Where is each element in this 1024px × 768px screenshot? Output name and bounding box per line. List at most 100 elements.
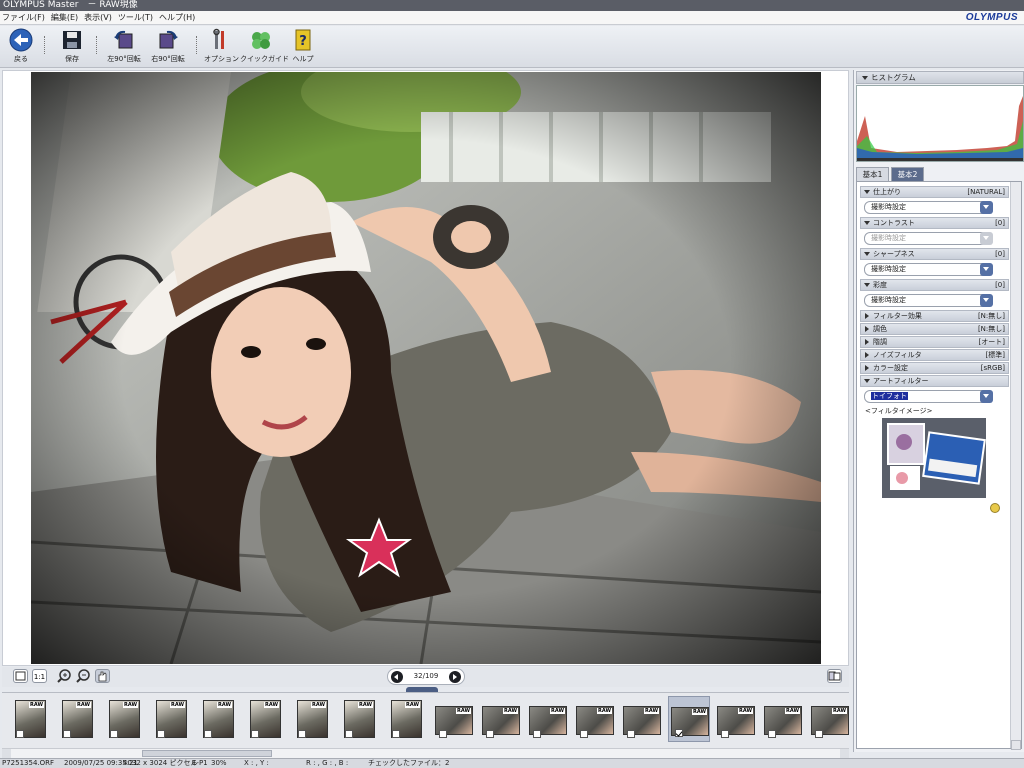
art-filter-select[interactable]: トイフォト bbox=[864, 390, 993, 403]
thumbnail[interactable]: RAW bbox=[339, 696, 381, 742]
saturation-row[interactable]: 彩度 [0] bbox=[860, 279, 1009, 291]
one-to-one-icon: 1:1 bbox=[34, 673, 45, 681]
thumbnail-checkbox[interactable] bbox=[627, 730, 635, 738]
raw-badge: RAW bbox=[263, 702, 279, 708]
thumbnail[interactable]: RAW bbox=[762, 696, 804, 742]
rotate-right-button[interactable]: 右90°回転 bbox=[148, 28, 188, 64]
thumbnail-checkbox[interactable] bbox=[63, 730, 71, 738]
rotate-right-icon bbox=[159, 30, 178, 49]
image-canvas[interactable] bbox=[2, 70, 849, 666]
clover-guide-icon bbox=[252, 32, 270, 49]
thumbnail-checkbox[interactable] bbox=[392, 730, 400, 738]
gradation-row[interactable]: 階調 [オート] bbox=[860, 336, 1009, 348]
toolbar: 戻る 保存 左90°回転 右90°回転 オプション クイックガイド ? ヘルプ bbox=[0, 26, 1024, 68]
histogram-header[interactable]: ヒストグラム bbox=[856, 71, 1024, 84]
thumbnail-checkbox[interactable] bbox=[533, 730, 541, 738]
sharpness-row[interactable]: シャープネス [0] bbox=[860, 248, 1009, 260]
menu-file[interactable]: ファイル(F) bbox=[2, 12, 45, 23]
finish-row[interactable]: 仕上がり [NATURAL] bbox=[860, 186, 1009, 198]
thumbnail[interactable]: RAW bbox=[433, 696, 475, 742]
zoom-out-button[interactable] bbox=[76, 669, 91, 683]
back-button[interactable]: 戻る bbox=[6, 28, 36, 64]
thumbnail[interactable]: RAW bbox=[57, 696, 99, 742]
thumbnail-checkbox[interactable] bbox=[486, 730, 494, 738]
histogram bbox=[856, 85, 1024, 162]
zoom-in-button[interactable] bbox=[57, 669, 72, 683]
actual-size-button[interactable]: 1:1 bbox=[32, 669, 47, 683]
collapse-icon bbox=[864, 252, 870, 256]
thumbnail[interactable]: RAW bbox=[245, 696, 287, 742]
options-button[interactable]: オプション bbox=[204, 28, 239, 64]
filter-row[interactable]: フィルター効果 [N:無し] bbox=[860, 310, 1009, 322]
expand-icon bbox=[865, 326, 869, 332]
thumbnail-checkbox[interactable] bbox=[204, 730, 212, 738]
thumbnail-checkbox[interactable] bbox=[345, 730, 353, 738]
raw-badge: RAW bbox=[737, 708, 753, 714]
scroll-right-arrow[interactable] bbox=[840, 749, 849, 758]
status-checked-count: チェックしたファイル：2 bbox=[368, 759, 450, 767]
settings-scrollbar[interactable] bbox=[1010, 182, 1021, 748]
color-row[interactable]: カラー設定 [sRGB] bbox=[860, 362, 1009, 374]
fit-view-button[interactable] bbox=[13, 669, 28, 683]
finish-select[interactable]: 撮影時設定 bbox=[864, 201, 993, 214]
thumbnail-checkbox[interactable] bbox=[251, 730, 259, 738]
hand-icon bbox=[98, 671, 107, 682]
thumbnail[interactable]: RAW bbox=[104, 696, 146, 742]
thumbnail-checkbox[interactable] bbox=[157, 730, 165, 738]
thumbnail-checkbox[interactable] bbox=[721, 730, 729, 738]
dropdown-arrow-icon bbox=[980, 232, 993, 245]
menu-edit[interactable]: 編集(E) bbox=[51, 12, 78, 23]
menu-view[interactable]: 表示(V) bbox=[84, 12, 112, 23]
help-book-icon: ? bbox=[295, 29, 311, 51]
thumbnail-checkbox[interactable] bbox=[439, 730, 447, 738]
compare-view-button[interactable] bbox=[827, 669, 842, 683]
thumbnail[interactable]: RAW bbox=[668, 696, 710, 742]
contrast-select[interactable]: 撮影時設定 bbox=[864, 232, 993, 245]
expand-icon bbox=[865, 352, 869, 358]
thumbnail-checkbox[interactable] bbox=[16, 730, 24, 738]
rotate-left-icon bbox=[114, 30, 133, 49]
save-button[interactable]: 保存 bbox=[57, 28, 87, 64]
thumbnail[interactable]: RAW bbox=[10, 696, 52, 742]
thumbnail-checkbox[interactable] bbox=[580, 730, 588, 738]
thumbnail[interactable]: RAW bbox=[715, 696, 757, 742]
lightbulb-icon[interactable] bbox=[990, 503, 1000, 513]
settings-list: 仕上がり [NATURAL] 撮影時設定 コントラスト [0] 撮影時設定 シャープ… bbox=[856, 181, 1022, 749]
saturation-select[interactable]: 撮影時設定 bbox=[864, 294, 993, 307]
filmstrip-scrollbar[interactable] bbox=[2, 748, 849, 758]
raw-badge: RAW bbox=[310, 702, 326, 708]
thumbnail[interactable]: RAW bbox=[809, 696, 849, 742]
hand-tool-button[interactable] bbox=[95, 669, 110, 683]
tone-row[interactable]: 調色 [N:無し] bbox=[860, 323, 1009, 335]
thumbnail[interactable]: RAW bbox=[621, 696, 663, 742]
thumbnail-checkbox[interactable] bbox=[110, 730, 118, 738]
thumbnail[interactable]: RAW bbox=[480, 696, 522, 742]
tab-basic2[interactable]: 基本2 bbox=[891, 167, 924, 181]
art-filter-row[interactable]: アートフィルター bbox=[860, 375, 1009, 387]
contrast-row[interactable]: コントラスト [0] bbox=[860, 217, 1009, 229]
thumbnail[interactable]: RAW bbox=[527, 696, 569, 742]
thumbnail-checkbox[interactable] bbox=[768, 730, 776, 738]
thumbnail-checkbox[interactable] bbox=[815, 730, 823, 738]
menu-tools[interactable]: ツール(T) bbox=[118, 12, 153, 23]
thumbnail[interactable]: RAW bbox=[574, 696, 616, 742]
menu-help[interactable]: ヘルプ(H) bbox=[159, 12, 195, 23]
toolbar-separator bbox=[196, 36, 198, 54]
scroll-left-arrow[interactable] bbox=[2, 749, 11, 758]
thumbnail-checkbox[interactable] bbox=[298, 730, 306, 738]
sharpness-select[interactable]: 撮影時設定 bbox=[864, 263, 993, 276]
help-button[interactable]: ? ヘルプ bbox=[288, 28, 318, 64]
thumbnail[interactable]: RAW bbox=[198, 696, 240, 742]
thumbnail[interactable]: RAW bbox=[151, 696, 193, 742]
prev-image-button[interactable] bbox=[391, 671, 403, 683]
thumbnail[interactable]: RAW bbox=[292, 696, 334, 742]
quick-guide-button[interactable]: クイックガイド bbox=[240, 28, 289, 64]
thumbnail-checkbox[interactable] bbox=[675, 729, 683, 737]
thumbnail[interactable]: RAW bbox=[386, 696, 428, 742]
rotate-left-button[interactable]: 左90°回転 bbox=[104, 28, 144, 64]
next-image-button[interactable] bbox=[449, 671, 461, 683]
scrollbar-thumb[interactable] bbox=[142, 750, 272, 757]
tab-basic1[interactable]: 基本1 bbox=[856, 167, 889, 181]
panel-scroll-down[interactable] bbox=[1011, 740, 1021, 750]
noise-row[interactable]: ノイズフィルタ [標準] bbox=[860, 349, 1009, 361]
